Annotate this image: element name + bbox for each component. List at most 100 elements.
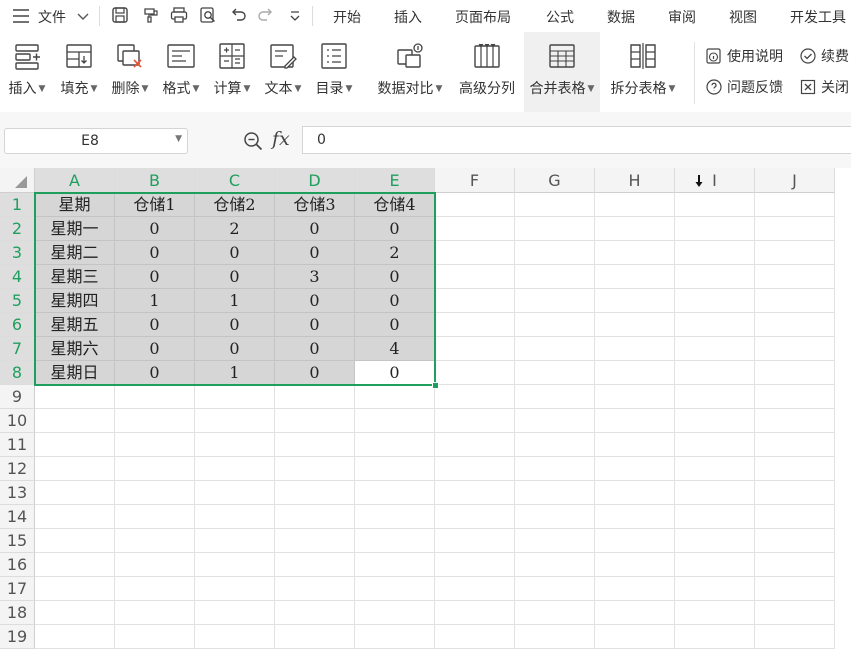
cell-g1[interactable] [515,193,595,217]
cell-d13[interactable] [275,481,355,505]
cell-j9[interactable] [755,385,835,409]
cell-e12[interactable] [355,457,435,481]
cell-g6[interactable] [515,313,595,337]
cell-i15[interactable] [675,529,755,553]
cell-e18[interactable] [355,601,435,625]
cell-c13[interactable] [195,481,275,505]
cell-b1[interactable]: 仓储1 [115,193,195,217]
cell-j12[interactable] [755,457,835,481]
row-header-4[interactable]: 4 [0,265,35,289]
cell-h8[interactable] [595,361,675,385]
cell-a18[interactable] [35,601,115,625]
cell-j1[interactable] [755,193,835,217]
cell-c19[interactable] [195,625,275,649]
tab-data[interactable]: 数据 [607,7,635,27]
data-compare-button[interactable]: 数据对比 ▼ [372,40,448,108]
cell-f12[interactable] [435,457,515,481]
cell-a1[interactable]: 星期 [35,193,115,217]
cell-j13[interactable] [755,481,835,505]
cell-h9[interactable] [595,385,675,409]
cell-i10[interactable] [675,409,755,433]
cell-d2[interactable]: 0 [275,217,355,241]
cell-f9[interactable] [435,385,515,409]
cell-e5[interactable]: 0 [355,289,435,313]
cell-b6[interactable]: 0 [115,313,195,337]
row-header-11[interactable]: 11 [0,433,35,457]
catalog-button[interactable]: 目录 ▼ [309,40,359,108]
cell-c1[interactable]: 仓储2 [195,193,275,217]
cell-c10[interactable] [195,409,275,433]
cell-d6[interactable]: 0 [275,313,355,337]
cell-a6[interactable]: 星期五 [35,313,115,337]
cell-d12[interactable] [275,457,355,481]
row-header-12[interactable]: 12 [0,457,35,481]
cell-d17[interactable] [275,577,355,601]
cell-a17[interactable] [35,577,115,601]
cell-h16[interactable] [595,553,675,577]
cell-c16[interactable] [195,553,275,577]
cell-h17[interactable] [595,577,675,601]
redo-icon[interactable] [257,6,275,24]
cell-g16[interactable] [515,553,595,577]
cell-h11[interactable] [595,433,675,457]
cell-c9[interactable] [195,385,275,409]
name-box[interactable]: E8 ▼ [4,128,188,154]
cell-c6[interactable]: 0 [195,313,275,337]
cell-b13[interactable] [115,481,195,505]
cell-g10[interactable] [515,409,595,433]
cell-b18[interactable] [115,601,195,625]
cell-i14[interactable] [675,505,755,529]
cell-d4[interactable]: 3 [275,265,355,289]
cell-h4[interactable] [595,265,675,289]
cell-a7[interactable]: 星期六 [35,337,115,361]
usage-guide-button[interactable]: 使用说明 [706,46,783,66]
renew-button[interactable]: 续费 [800,46,849,66]
cell-g15[interactable] [515,529,595,553]
close-button[interactable]: 关闭 [800,77,849,97]
cell-j15[interactable] [755,529,835,553]
row-header-7[interactable]: 7 [0,337,35,361]
cell-d19[interactable] [275,625,355,649]
cell-d9[interactable] [275,385,355,409]
cell-f19[interactable] [435,625,515,649]
cell-f14[interactable] [435,505,515,529]
cell-h6[interactable] [595,313,675,337]
cell-j16[interactable] [755,553,835,577]
cell-e17[interactable] [355,577,435,601]
cell-a3[interactable]: 星期二 [35,241,115,265]
cell-e8[interactable]: 0 [355,361,435,385]
fill-handle[interactable] [432,382,439,389]
cell-a2[interactable]: 星期一 [35,217,115,241]
cell-i5[interactable] [675,289,755,313]
cell-d16[interactable] [275,553,355,577]
cell-c11[interactable] [195,433,275,457]
row-header-13[interactable]: 13 [0,481,35,505]
column-header-b[interactable]: B [115,168,195,193]
cell-b16[interactable] [115,553,195,577]
cell-i4[interactable] [675,265,755,289]
merge-table-button[interactable]: 合并表格 ▼ [524,32,600,112]
cell-j8[interactable] [755,361,835,385]
hamburger-menu-icon[interactable] [12,8,30,28]
cell-g12[interactable] [515,457,595,481]
cell-h2[interactable] [595,217,675,241]
cell-a12[interactable] [35,457,115,481]
cell-f8[interactable] [435,361,515,385]
insert-button[interactable]: 插入 ▼ [2,40,52,108]
cell-f5[interactable] [435,289,515,313]
cell-b10[interactable] [115,409,195,433]
cell-a11[interactable] [35,433,115,457]
cell-h1[interactable] [595,193,675,217]
print-preview-icon[interactable] [199,6,217,24]
cell-h5[interactable] [595,289,675,313]
cell-j6[interactable] [755,313,835,337]
column-header-h[interactable]: H [595,168,675,193]
cell-e10[interactable] [355,409,435,433]
cell-a5[interactable]: 星期四 [35,289,115,313]
column-header-f[interactable]: F [435,168,515,193]
cell-b8[interactable]: 0 [115,361,195,385]
cell-i13[interactable] [675,481,755,505]
cell-b15[interactable] [115,529,195,553]
fill-button[interactable]: 填充 ▼ [54,40,104,108]
row-header-14[interactable]: 14 [0,505,35,529]
